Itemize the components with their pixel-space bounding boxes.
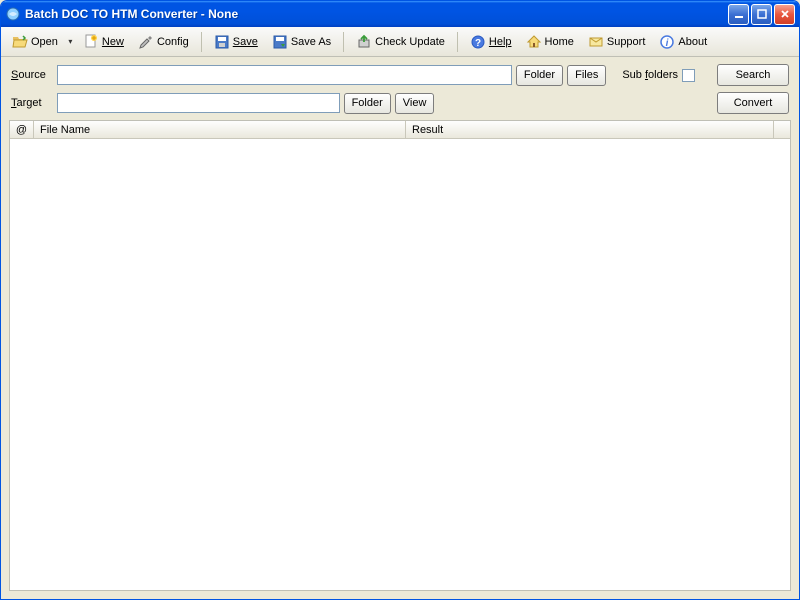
toolbar-separator [201, 32, 202, 52]
table-body[interactable] [10, 139, 790, 590]
app-icon [5, 6, 21, 22]
svg-text:?: ? [475, 38, 481, 49]
source-label: Source [11, 69, 53, 81]
col-scroll-spacer [774, 121, 790, 138]
source-input[interactable] [57, 65, 512, 85]
search-button[interactable]: Search [717, 64, 789, 86]
save-icon [214, 34, 230, 50]
update-icon [356, 34, 372, 50]
toolbar-separator [343, 32, 344, 52]
col-result-header[interactable]: Result [406, 121, 774, 138]
target-row: Target Folder View Convert [11, 92, 789, 114]
source-folder-button[interactable]: Folder [516, 65, 563, 86]
support-button[interactable]: Support [583, 31, 651, 53]
checkupdate-button[interactable]: Check Update [351, 31, 450, 53]
save-label: Save [233, 36, 258, 48]
new-file-icon [83, 34, 99, 50]
path-area: Source Folder Files Sub folders Search T… [1, 57, 799, 120]
info-icon: i [659, 34, 675, 50]
new-label: New [102, 36, 124, 48]
about-label: About [678, 36, 707, 48]
config-label: Config [157, 36, 189, 48]
checkupdate-label: Check Update [375, 36, 445, 48]
folder-open-icon [12, 34, 28, 50]
saveas-button[interactable]: Save As [267, 31, 336, 53]
open-button[interactable]: Open [7, 31, 63, 53]
source-row: Source Folder Files Sub folders Search [11, 64, 789, 86]
app-window: Batch DOC TO HTM Converter - None Open ▾ [0, 0, 800, 600]
window-buttons [728, 4, 795, 25]
subfolders-checkbox[interactable] [682, 69, 695, 82]
save-button[interactable]: Save [209, 31, 263, 53]
titlebar: Batch DOC TO HTM Converter - None [1, 1, 799, 27]
new-button[interactable]: New [78, 31, 129, 53]
home-label: Home [545, 36, 574, 48]
target-input[interactable] [57, 93, 340, 113]
col-filename-header[interactable]: File Name [34, 121, 406, 138]
config-icon [138, 34, 154, 50]
about-button[interactable]: i About [654, 31, 712, 53]
saveas-icon [272, 34, 288, 50]
home-icon [526, 34, 542, 50]
col-at-header[interactable]: @ [10, 121, 34, 138]
target-folder-button[interactable]: Folder [344, 93, 391, 114]
toolbar: Open ▾ New Config Save Save As [1, 27, 799, 57]
file-list-panel: @ File Name Result [9, 120, 791, 591]
target-view-button[interactable]: View [395, 93, 435, 114]
svg-text:i: i [666, 38, 669, 49]
support-label: Support [607, 36, 646, 48]
table-header: @ File Name Result [10, 121, 790, 139]
convert-button[interactable]: Convert [717, 92, 789, 114]
toolbar-separator [457, 32, 458, 52]
config-button[interactable]: Config [133, 31, 194, 53]
support-icon [588, 34, 604, 50]
source-files-button[interactable]: Files [567, 65, 606, 86]
open-dropdown-arrow[interactable]: ▾ [67, 37, 74, 46]
target-label: Target [11, 97, 53, 109]
home-button[interactable]: Home [521, 31, 579, 53]
help-label: Help [489, 36, 512, 48]
maximize-button[interactable] [751, 4, 772, 25]
minimize-button[interactable] [728, 4, 749, 25]
close-button[interactable] [774, 4, 795, 25]
window-title: Batch DOC TO HTM Converter - None [25, 7, 728, 21]
subfolders-label: Sub folders [622, 69, 678, 81]
help-button[interactable]: ? Help [465, 31, 517, 53]
saveas-label: Save As [291, 36, 331, 48]
open-label: Open [31, 36, 58, 48]
help-icon: ? [470, 34, 486, 50]
